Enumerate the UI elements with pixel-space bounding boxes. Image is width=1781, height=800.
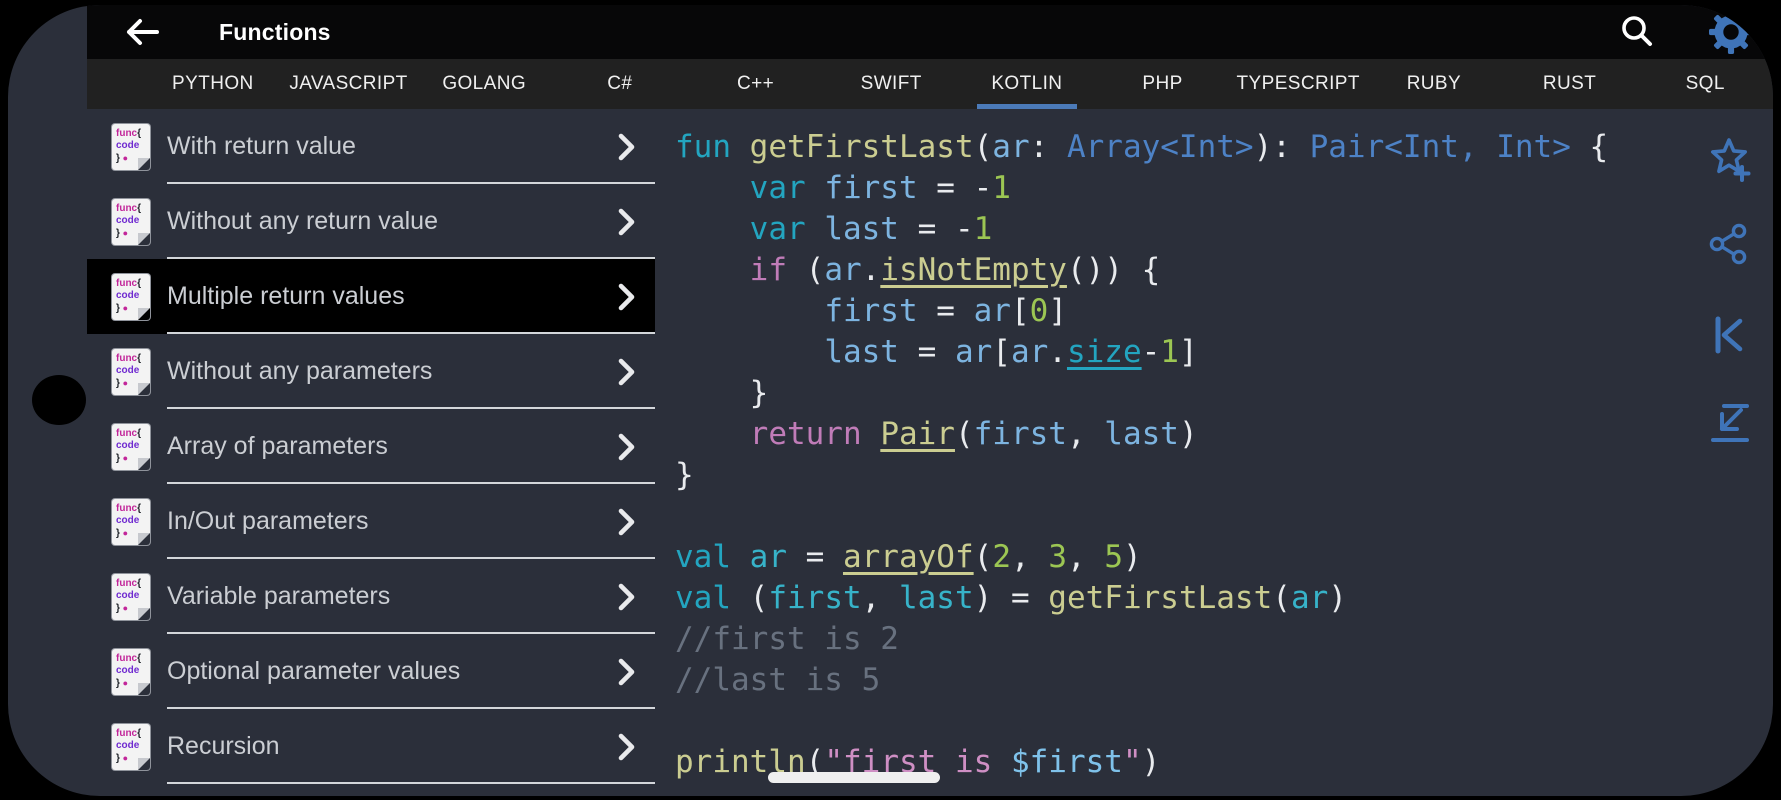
chevron-right-icon	[618, 658, 635, 685]
topic-label: Optional parameter values	[167, 657, 461, 685]
code-block[interactable]: fun getFirstLast(ar: Array<Int>): Pair<I…	[675, 109, 1767, 785]
tab-label: PHP	[1142, 73, 1183, 94]
chevron-right-icon	[618, 133, 635, 160]
chevron-right-icon	[618, 208, 635, 235]
tab-label: C++	[736, 73, 775, 94]
settings-gear-icon	[1709, 10, 1753, 54]
code-line: }	[675, 375, 769, 411]
code-line: var last = -1	[749, 211, 993, 247]
tab-php[interactable]: PHP	[1095, 59, 1231, 109]
topic-label: Variable parameters	[167, 582, 391, 610]
chevron-right-icon	[618, 283, 635, 310]
code-line: fun getFirstLast(ar: Array<Int>): Pair<I…	[675, 129, 1609, 165]
tab-label: KOTLIN	[991, 73, 1063, 94]
tab-label: JAVASCRIPT	[289, 73, 408, 94]
skip-to-start-button[interactable]	[1706, 312, 1752, 358]
code-line: val (first, last) = getFirstLast(ar)	[675, 580, 1347, 616]
tab-label: TYPESCRIPT	[1236, 73, 1360, 94]
settings-button[interactable]	[1709, 10, 1753, 54]
tab-label: SWIFT	[860, 73, 922, 94]
topic-item-optional-parameter-values[interactable]: func{code} ● Optional parameter values	[87, 634, 655, 709]
tab-javascript[interactable]: JAVASCRIPT	[281, 59, 417, 109]
tab-ruby[interactable]: RUBY	[1366, 59, 1502, 109]
back-arrow-icon	[127, 19, 159, 45]
tab-python[interactable]: PYTHON	[145, 59, 281, 109]
language-tab-bar: PYTHON JAVASCRIPT GOLANG C# C++ SWIFT KOTLIN PH…	[87, 59, 1773, 109]
share-button[interactable]	[1706, 221, 1752, 267]
function-doc-icon: func{code} ●	[112, 273, 150, 320]
code-line: first = ar[0]	[824, 293, 1067, 329]
tab-golang[interactable]: GOLANG	[416, 59, 552, 109]
code-line: }	[675, 457, 694, 493]
phone-frame: Functions PYTHON JAVASCRIPT GOLANG C# C+…	[8, 5, 1773, 796]
topic-item-recursion[interactable]: func{code} ● Recursion	[87, 709, 655, 784]
chevron-right-icon	[618, 358, 635, 385]
topic-item-in-out-parameters[interactable]: func{code} ● In/Out parameters	[87, 484, 655, 559]
topic-item-without-any-return-value[interactable]: func{code} ● Without any return value	[87, 184, 655, 259]
function-doc-icon: func{code} ●	[112, 723, 150, 770]
code-line: //last is 5	[675, 662, 881, 698]
topic-label: Multiple return values	[167, 282, 405, 310]
add-favorite-button[interactable]	[1706, 136, 1752, 182]
topic-label: Without any parameters	[167, 357, 433, 385]
function-doc-icon: func{code} ●	[112, 348, 150, 395]
topics-list: func{code} ● With return value func{code}…	[87, 109, 655, 796]
function-doc-icon: func{code} ●	[112, 423, 150, 470]
tab-c-[interactable]: C#	[552, 59, 688, 109]
skip-to-start-icon	[1715, 316, 1743, 354]
topic-item-variable-parameters[interactable]: func{code} ● Variable parameters	[87, 559, 655, 634]
topic-label: With return value	[167, 132, 356, 160]
tab-swift[interactable]: SWIFT	[823, 59, 959, 109]
top-app-bar: Functions	[87, 5, 1773, 59]
chevron-right-icon	[618, 508, 635, 535]
tab-typescript[interactable]: TYPESCRIPT	[1230, 59, 1366, 109]
tab-label: RUBY	[1406, 73, 1462, 94]
topic-label: Without any return value	[167, 207, 438, 235]
function-doc-icon: func{code} ●	[112, 573, 150, 620]
chevron-right-icon	[618, 733, 635, 760]
topic-label: In/Out parameters	[167, 507, 369, 535]
scroll-to-end-button[interactable]	[1706, 400, 1752, 446]
topic-item-without-any-parameters[interactable]: func{code} ● Without any parameters	[87, 334, 655, 409]
share-icon	[1709, 223, 1747, 265]
back-button[interactable]	[123, 16, 161, 48]
chevron-right-icon	[618, 433, 635, 460]
tab-rust[interactable]: RUST	[1502, 59, 1638, 109]
function-doc-icon: func{code} ●	[112, 498, 150, 545]
tab-label: PYTHON	[172, 73, 254, 94]
add-favorite-star-icon	[1711, 138, 1751, 182]
tab-label: C#	[607, 73, 633, 94]
page-title: Functions	[219, 18, 331, 45]
tab-sql[interactable]: SQL	[1637, 59, 1773, 109]
code-line: //first is 2	[675, 621, 899, 657]
code-line: last = ar[ar.size-1]	[824, 334, 1198, 370]
scroll-to-end-icon	[1711, 404, 1749, 442]
topic-item-array-of-parameters[interactable]: func{code} ● Array of parameters	[87, 409, 655, 484]
home-indicator[interactable]	[768, 772, 940, 783]
tab-c-[interactable]: C++	[688, 59, 824, 109]
topic-item-with-return-value[interactable]: func{code} ● With return value	[87, 109, 655, 184]
tab-kotlin[interactable]: KOTLIN	[959, 59, 1095, 109]
search-button[interactable]	[1615, 10, 1659, 54]
code-line: val ar = arrayOf(2, 3, 5)	[675, 539, 1142, 575]
camera-cutout	[32, 375, 86, 425]
function-doc-icon: func{code} ●	[112, 198, 150, 245]
code-line: return Pair(first, last)	[749, 416, 1198, 452]
function-doc-icon: func{code} ●	[112, 123, 150, 170]
list-divider	[167, 782, 655, 784]
search-icon	[1622, 16, 1652, 46]
topic-label: Array of parameters	[167, 432, 388, 460]
chevron-right-icon	[618, 583, 635, 610]
tab-label: GOLANG	[442, 73, 527, 94]
topic-item-multiple-return-values[interactable]: func{code} ● Multiple return values	[87, 259, 655, 334]
code-line: if (ar.isNotEmpty()) {	[749, 252, 1161, 288]
topic-label: Recursion	[167, 732, 280, 760]
tab-label: SQL	[1685, 73, 1725, 94]
function-doc-icon: func{code} ●	[112, 648, 150, 695]
tab-label: RUST	[1542, 73, 1597, 94]
code-line: var first = -1	[749, 170, 1011, 206]
